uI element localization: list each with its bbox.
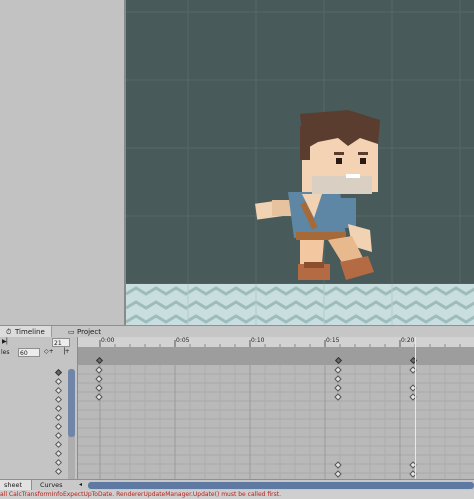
summary-keyframe[interactable] (95, 356, 104, 365)
ruler-tick-label: 0:10 (251, 337, 265, 344)
property-keyframe-icon[interactable] (54, 458, 63, 467)
ruler-tick-label: 0:20 (401, 337, 415, 344)
ruler-tick-label: 0:05 (176, 337, 190, 344)
animation-controls: ▶▏ 21 les 60 ◇+ ▕+ (0, 337, 78, 487)
property-keyframe-icon[interactable] (54, 467, 63, 476)
property-keyframe-icon[interactable] (54, 404, 63, 413)
property-keyframe-icon[interactable] (54, 422, 63, 431)
property-keyframe-icon[interactable] (54, 440, 63, 449)
scrollbar-thumb[interactable] (68, 369, 75, 437)
playback-row: ▶▏ 21 (0, 338, 77, 348)
scene-view[interactable] (124, 0, 474, 325)
timeline-horizontal-scrollbar[interactable] (88, 482, 474, 489)
character-sprite[interactable] (248, 106, 398, 286)
ruler-tick-label: 0:00 (101, 337, 115, 344)
add-event-icon[interactable]: ▕+ (60, 348, 70, 356)
ground-tiles (126, 284, 474, 325)
samples-row: les 60 ◇+ ▕+ (0, 348, 77, 358)
skip-to-start-icon[interactable]: ▶▏ (2, 338, 11, 346)
add-keyframe-icon[interactable]: ◇+ (44, 348, 54, 356)
samples-label: les (1, 349, 10, 356)
property-keyframe-icon[interactable] (54, 431, 63, 440)
property-keyframe-icon[interactable] (54, 449, 63, 458)
property-keyframe-icon[interactable] (54, 368, 63, 377)
playhead-line[interactable] (415, 337, 416, 487)
left-panel (0, 0, 124, 325)
frame-field[interactable]: 21 (52, 338, 70, 347)
dopesheet-timeline[interactable]: 0:00 0:05 0:10 0:15 0:20 (78, 337, 474, 487)
summary-keyframe[interactable] (334, 356, 343, 365)
console-status-message[interactable]: all CalcTransformInfoExpectUpToDate. Ren… (0, 490, 474, 499)
property-keyframe-icon[interactable] (54, 377, 63, 386)
property-keyframe-icon[interactable] (54, 386, 63, 395)
property-list-scrollbar[interactable] (68, 369, 75, 487)
animation-panel: ▶▏ 21 les 60 ◇+ ▕+ 0:00 0:05 0:10 0:15 0… (0, 337, 474, 499)
ruler-tick-label: 0:15 (326, 337, 340, 344)
property-keyframe-icon[interactable] (54, 413, 63, 422)
samples-field[interactable]: 60 (18, 348, 40, 357)
scroll-left-icon[interactable]: ◂ (79, 481, 82, 488)
property-keyframe-icon[interactable] (54, 395, 63, 404)
